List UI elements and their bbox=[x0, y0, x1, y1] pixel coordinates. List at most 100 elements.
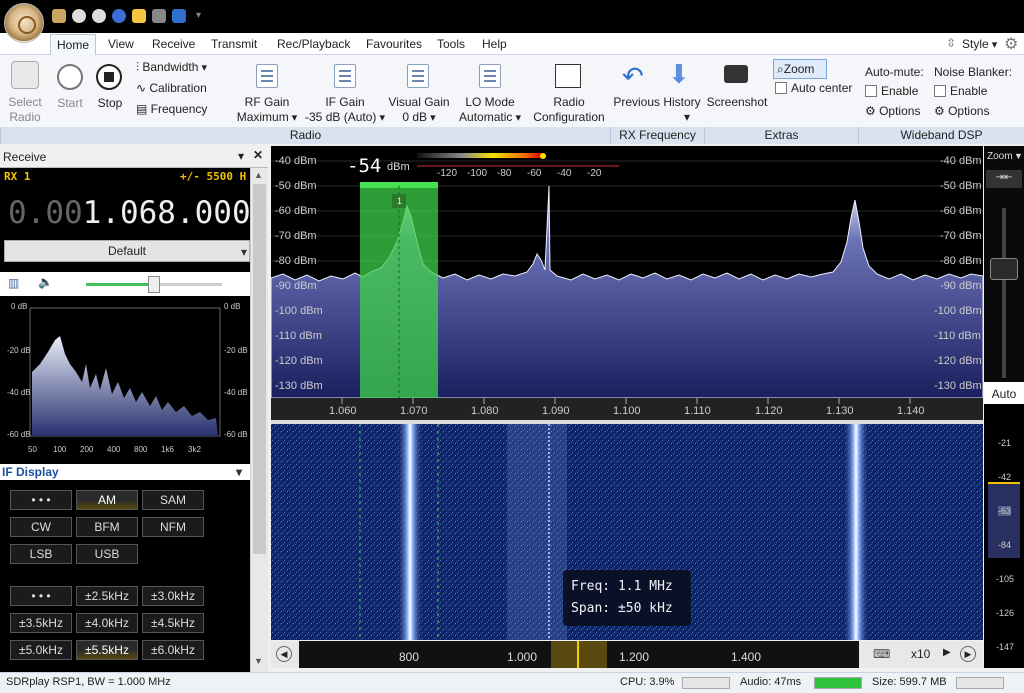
spectrum-plot[interactable] bbox=[271, 146, 983, 420]
zoom-fit-icon[interactable]: ⇥⇤ bbox=[986, 170, 1022, 188]
scroll-right-icon[interactable]: ▶ bbox=[960, 646, 976, 662]
overview-window[interactable] bbox=[551, 641, 607, 668]
play-icon[interactable] bbox=[72, 9, 86, 23]
app-menu-button[interactable] bbox=[4, 3, 44, 43]
audio-spectrum-plot bbox=[29, 307, 221, 437]
group-label-rx-frequency: RX Frequency bbox=[610, 127, 704, 144]
bw-2-5-button[interactable]: ±2.5kHz bbox=[76, 586, 138, 606]
auto-mute-check[interactable] bbox=[865, 85, 877, 97]
bw-more-button[interactable]: • • • bbox=[10, 586, 72, 606]
stop-icon[interactable] bbox=[92, 9, 106, 23]
stop-button[interactable]: Stop bbox=[92, 96, 128, 111]
tab-home[interactable]: Home bbox=[50, 34, 96, 55]
screenshot-button[interactable]: Screenshot bbox=[705, 95, 769, 110]
mode-bfm-button[interactable]: BFM bbox=[76, 517, 138, 537]
bw-5-0-button[interactable]: ±5.0kHz bbox=[10, 640, 72, 660]
zoom-panel-label[interactable]: Zoom bbox=[987, 151, 1013, 162]
bandwidth-button[interactable]: ⫶ Bandwidth bbox=[136, 60, 207, 76]
tab-tools[interactable]: Tools bbox=[437, 37, 465, 51]
close-panel-icon[interactable]: ✕ bbox=[253, 148, 263, 162]
scale-126: -126 bbox=[996, 608, 1015, 618]
spectrum-display[interactable]: 1 -54 dBm -120 -100 -80 -60 -40 -20 -40 … bbox=[271, 146, 983, 420]
scroll-up-icon[interactable]: ▲ bbox=[254, 170, 263, 180]
bw-4-0-button[interactable]: ±4.0kHz bbox=[76, 613, 138, 633]
calibration-button[interactable]: ∿ Calibration bbox=[136, 81, 207, 96]
settings-gear-icon[interactable]: ⚙ bbox=[1004, 34, 1018, 54]
right-controls: Zoom ▼ ⇥⇤ Auto -21 -42 -63 -84 -105 -126… bbox=[984, 146, 1024, 668]
mode-usb-button[interactable]: USB bbox=[76, 544, 138, 564]
bw-3-0-button[interactable]: ±3.0kHz bbox=[142, 586, 204, 606]
tab-rec-playback[interactable]: Rec/Playback bbox=[277, 37, 350, 51]
add-icon[interactable] bbox=[112, 9, 126, 23]
calibration-label: Calibration bbox=[149, 81, 207, 95]
bw-5-5-button[interactable]: ±5.5kHz bbox=[76, 640, 138, 660]
scroll-left-icon[interactable]: ◀ bbox=[276, 646, 292, 662]
mode-nfm-button[interactable]: NFM bbox=[142, 517, 204, 537]
style-menu[interactable]: Style bbox=[962, 37, 997, 51]
mode-sam-button[interactable]: SAM bbox=[142, 490, 204, 510]
start-button[interactable]: Start bbox=[52, 96, 88, 111]
scrollbar-thumb[interactable] bbox=[253, 184, 266, 554]
vfo-marker-label[interactable]: 1 bbox=[397, 196, 402, 206]
db-label-left-40: -40 dBm bbox=[275, 155, 317, 167]
previous-history-button[interactable]: Previous History ▾ bbox=[612, 95, 702, 125]
zoom-factor[interactable]: x10 bbox=[911, 647, 930, 661]
zoom-slider-thumb[interactable] bbox=[990, 258, 1018, 280]
tab-help[interactable]: Help bbox=[482, 37, 507, 51]
auto-mute-label: Auto-mute: bbox=[865, 65, 924, 79]
undo-icon[interactable] bbox=[172, 9, 186, 23]
noise-blanker-enable[interactable]: Enable bbox=[934, 84, 987, 99]
waterfall-display[interactable]: Freq: 1.1 MHz Span: ±50 kHz bbox=[271, 424, 983, 640]
zoom-slider-track[interactable] bbox=[1002, 208, 1006, 378]
mode-cw-button[interactable]: CW bbox=[10, 517, 72, 537]
visual-gain-button[interactable]: Visual Gain 0 dB bbox=[386, 95, 452, 126]
keyboard-icon[interactable]: ⌨ bbox=[873, 647, 890, 661]
auto-range-button[interactable]: Auto bbox=[984, 384, 1024, 404]
rf-gain-button[interactable]: RF Gain Maximum bbox=[230, 95, 304, 126]
auto-center-check[interactable] bbox=[775, 82, 787, 94]
noise-blanker-check[interactable] bbox=[934, 85, 946, 97]
bw-6-0-button[interactable]: ±6.0kHz bbox=[142, 640, 204, 660]
profile-dropdown-icon: ▾ bbox=[240, 245, 247, 259]
tab-view[interactable]: View bbox=[108, 37, 134, 51]
quick-access-dropdown-icon[interactable]: ▾ bbox=[196, 10, 201, 21]
profile-select[interactable]: Default ▾ bbox=[4, 240, 250, 262]
radio-configuration-button[interactable]: Radio Configuration bbox=[528, 95, 610, 125]
select-radio-button[interactable]: Select Radio bbox=[4, 95, 46, 125]
lo-mode-button[interactable]: LO Mode Automatic bbox=[452, 95, 528, 126]
bw-4-5-button[interactable]: ±4.5kHz bbox=[142, 613, 204, 633]
bw-3-5-button[interactable]: ±3.5kHz bbox=[10, 613, 72, 633]
open-folder-icon[interactable] bbox=[52, 9, 66, 23]
select-radio-icon bbox=[11, 61, 39, 89]
mode-more-button[interactable]: • • • bbox=[10, 490, 72, 510]
scale-63[interactable]: -63 bbox=[998, 506, 1012, 516]
if-display-header[interactable]: IF Display ▾ bbox=[0, 464, 250, 480]
auto-center-checkbox[interactable]: Auto center bbox=[775, 81, 852, 96]
history-dropdown-icon[interactable]: ▾ bbox=[612, 110, 702, 125]
auto-mute-options[interactable]: ⚙ Options bbox=[865, 104, 920, 119]
waterfall-carrier-right bbox=[843, 424, 869, 640]
noise-blanker-options[interactable]: ⚙ Options bbox=[934, 104, 989, 119]
tab-favourites[interactable]: Favourites bbox=[366, 37, 422, 51]
auto-mute-enable[interactable]: Enable bbox=[865, 84, 918, 99]
if-gain-button[interactable]: IF Gain -35 dB (Auto) bbox=[302, 95, 388, 126]
zoom-button[interactable]: ⌕Zoom bbox=[773, 59, 827, 79]
star-icon[interactable] bbox=[132, 9, 146, 23]
scroll-down-icon[interactable]: ▼ bbox=[254, 656, 263, 666]
frequency-button[interactable]: ▤ Frequency bbox=[136, 102, 207, 117]
audio-meter-icon[interactable]: ▥ bbox=[8, 276, 19, 290]
overview-strip[interactable]: 800 1.000 1.200 1.400 bbox=[299, 641, 859, 668]
panel-menu-chevron-icon[interactable]: ▾ bbox=[238, 149, 244, 163]
speaker-icon[interactable]: 🔈 bbox=[38, 275, 53, 289]
mode-am-button[interactable]: AM bbox=[76, 490, 138, 510]
if-display-chevron-icon[interactable]: ▾ bbox=[236, 465, 242, 479]
mode-lsb-button[interactable]: LSB bbox=[10, 544, 72, 564]
zoom-factor-arrow-icon[interactable]: ▶ bbox=[943, 647, 951, 658]
frequency-display[interactable]: 0.001.068.000 bbox=[0, 186, 251, 238]
zoom-panel-dropdown-icon[interactable]: ▼ bbox=[1014, 151, 1023, 161]
left-panel-scrollbar[interactable]: ▲ ▼ bbox=[250, 168, 268, 672]
tab-receive[interactable]: Receive bbox=[152, 37, 195, 51]
tab-transmit[interactable]: Transmit bbox=[211, 37, 257, 51]
camera-icon[interactable] bbox=[152, 9, 166, 23]
volume-slider-thumb[interactable] bbox=[148, 276, 160, 293]
